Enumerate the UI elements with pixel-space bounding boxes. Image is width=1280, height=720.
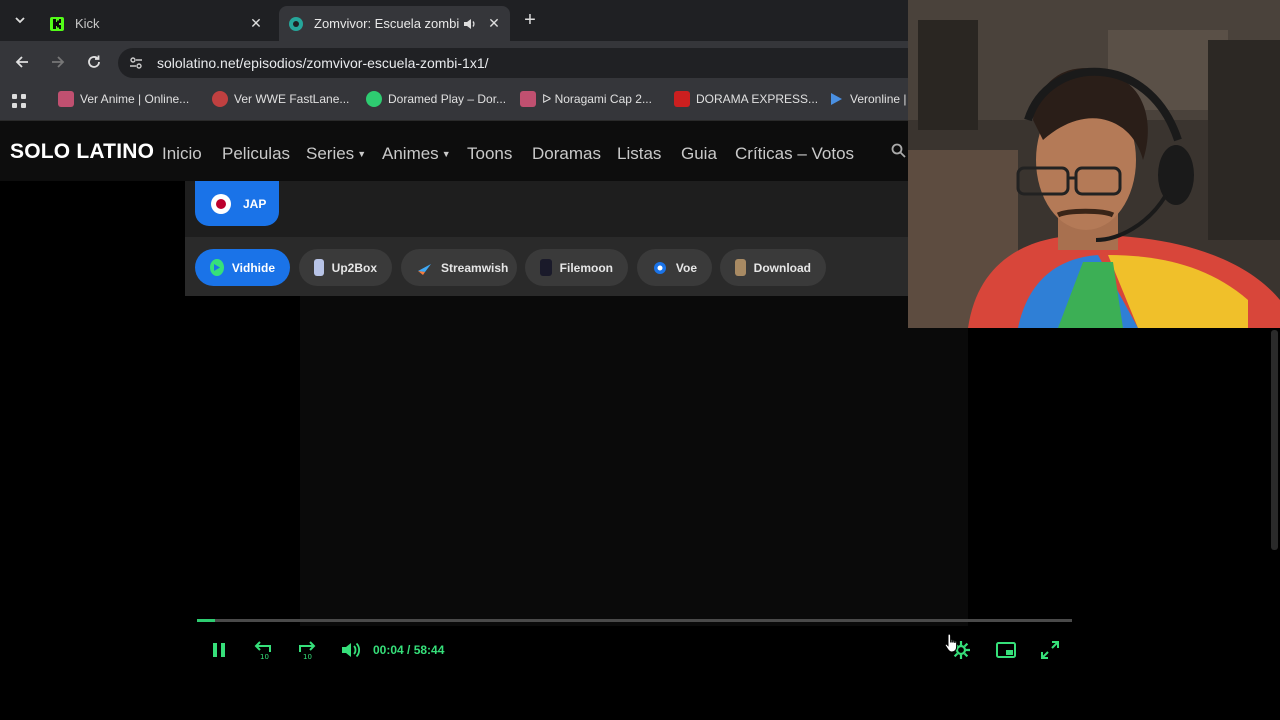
site-logo[interactable]: SOLO LATINO <box>10 140 154 164</box>
tab-kick[interactable]: Kick ✕ <box>40 6 272 41</box>
close-tab-icon[interactable]: ✕ <box>486 15 502 32</box>
tab-search-button[interactable] <box>10 9 30 31</box>
svg-text:10: 10 <box>303 653 312 661</box>
webcam-overlay <box>908 0 1280 328</box>
time-display: 00:04 / 58:44 <box>373 643 445 657</box>
fullscreen-icon[interactable] <box>1039 639 1061 661</box>
play-icon <box>210 259 224 276</box>
video-canvas[interactable] <box>300 296 968 626</box>
browser-tab-strip: Kick ✕ Zomvivor: Escuela zombi 1x1 ✕ + <box>0 0 908 41</box>
language-selector-row <box>185 181 908 237</box>
bookmark-item[interactable]: Ver WWE FastLane... <box>212 91 349 107</box>
forward-10-icon[interactable]: 10 <box>296 639 318 661</box>
tab-zomvivor[interactable]: Zomvivor: Escuela zombi 1x1 ✕ <box>279 6 510 41</box>
nav-series[interactable]: Series ▼ <box>306 144 366 164</box>
caret-down-icon: ▼ <box>441 149 451 159</box>
search-icon[interactable] <box>891 143 906 158</box>
hand-cursor-icon <box>944 633 958 653</box>
chevron-down-icon <box>15 17 25 24</box>
nav-animes[interactable]: Animes ▼ <box>382 144 451 164</box>
kick-favicon-icon <box>50 16 64 31</box>
streamer-webcam-image <box>908 0 1280 328</box>
site-favicon-icon <box>289 16 303 31</box>
server-download-button[interactable]: Download <box>720 249 826 286</box>
bookmark-favicon-icon <box>674 91 690 107</box>
up2box-icon <box>314 259 324 276</box>
page-scrollbar[interactable] <box>1271 330 1278 550</box>
server-vidhide-button[interactable]: Vidhide <box>195 249 290 286</box>
download-icon <box>735 259 746 276</box>
caret-down-icon: ▼ <box>357 149 367 159</box>
site-settings-icon[interactable] <box>128 55 144 71</box>
bookmark-item[interactable]: DORAMA EXPRESS... <box>674 91 818 107</box>
tab-title: Kick <box>75 16 100 31</box>
nav-guia[interactable]: Guia <box>681 144 717 164</box>
bookmark-favicon-icon <box>366 91 382 107</box>
bookmark-item[interactable]: Doramed Play – Dor... <box>366 91 506 107</box>
apps-grid-icon[interactable] <box>11 93 27 109</box>
bookmark-item[interactable]: Veronline | <box>828 91 907 107</box>
voe-icon <box>652 259 668 276</box>
progress-fill <box>197 619 215 622</box>
back-arrow-icon[interactable] <box>13 53 31 71</box>
nav-inicio[interactable]: Inicio <box>162 144 202 164</box>
server-up2box-button[interactable]: Up2Box <box>299 249 392 286</box>
speaker-icon[interactable] <box>462 17 478 31</box>
forward-arrow-icon[interactable] <box>49 53 67 71</box>
volume-icon[interactable] <box>339 639 361 661</box>
picture-in-picture-icon[interactable] <box>995 639 1017 661</box>
play-favicon-icon <box>831 93 842 105</box>
nav-toons[interactable]: Toons <box>467 144 512 164</box>
nav-peliculas[interactable]: Peliculas <box>222 144 290 164</box>
nav-criticas[interactable]: Críticas – Votos <box>735 144 854 164</box>
japan-flag-icon <box>211 193 231 214</box>
language-jap-button[interactable]: JAP <box>195 181 279 226</box>
streamwish-icon <box>416 259 433 276</box>
rewind-10-icon[interactable]: 10 <box>252 639 274 661</box>
bookmark-favicon-icon <box>212 91 228 107</box>
reload-icon[interactable] <box>85 53 103 71</box>
pause-icon[interactable] <box>208 639 230 661</box>
bookmark-favicon-icon <box>520 91 536 107</box>
server-voe-button[interactable]: Voe <box>637 249 712 286</box>
filemoon-icon <box>540 259 552 276</box>
bookmark-favicon-icon <box>58 91 74 107</box>
close-tab-icon[interactable]: ✕ <box>248 15 264 32</box>
server-filemoon-button[interactable]: Filemoon <box>525 249 628 286</box>
svg-text:10: 10 <box>260 653 269 661</box>
bookmark-item[interactable]: Ver Anime | Online... <box>58 91 189 107</box>
url-text[interactable]: sololatino.net/episodios/zomvivor-escuel… <box>157 55 489 71</box>
nav-listas[interactable]: Listas <box>617 144 661 164</box>
bookmark-item[interactable]: ᐅ Noragami Cap 2... <box>520 91 652 107</box>
server-streamwish-button[interactable]: Streamwish <box>401 249 517 286</box>
bookmarks-bar: Ver Anime | Online... Ver WWE FastLane..… <box>0 82 908 121</box>
new-tab-button[interactable]: + <box>521 10 539 30</box>
progress-bar[interactable] <box>197 619 1072 622</box>
nav-doramas[interactable]: Doramas <box>532 144 601 164</box>
tab-title: Zomvivor: Escuela zombi 1x1 <box>314 16 462 31</box>
